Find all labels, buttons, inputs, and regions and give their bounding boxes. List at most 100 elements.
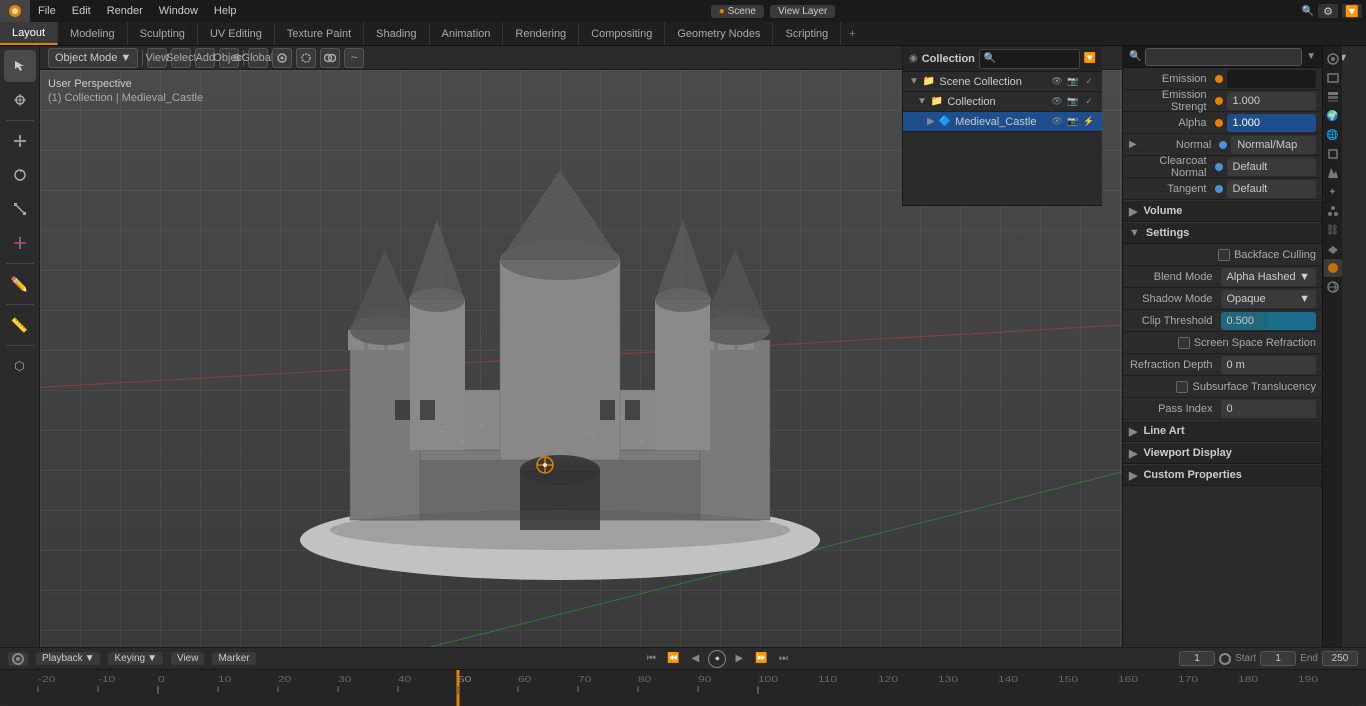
castle-camera[interactable]: 📷	[1066, 115, 1080, 129]
step-fwd-btn[interactable]: ⏩	[752, 650, 770, 668]
tool-add-cube[interactable]: ⬡	[4, 350, 36, 382]
viewport-display-section[interactable]: ▶ Viewport Display	[1123, 442, 1322, 464]
add-workspace-tab[interactable]: +	[841, 28, 863, 40]
castle-visibility[interactable]: 👁	[1050, 115, 1064, 129]
props-tab-modifier[interactable]	[1324, 164, 1342, 182]
step-back-btn[interactable]: ⏪	[664, 650, 682, 668]
current-frame-input[interactable]: 1	[1179, 651, 1215, 666]
play-back-btn[interactable]: ◀	[686, 650, 704, 668]
timeline-view-btn[interactable]: View	[171, 652, 205, 665]
overlay-btn[interactable]	[320, 48, 340, 68]
clip-threshold-value[interactable]: 0.500	[1221, 312, 1317, 330]
tab-layout[interactable]: Layout	[0, 22, 58, 45]
blender-logo-menu[interactable]	[0, 0, 30, 22]
mode-dropdown[interactable]: Object Mode ▼	[48, 48, 138, 68]
tool-measure[interactable]: 📏	[4, 309, 36, 341]
props-tab-particles[interactable]: ✦	[1324, 183, 1342, 201]
tab-compositing[interactable]: Compositing	[579, 22, 665, 45]
props-tab-object[interactable]	[1324, 145, 1342, 163]
tab-shading[interactable]: Shading	[364, 22, 429, 45]
volume-section[interactable]: ▶ Volume	[1123, 200, 1322, 222]
clearcoat-value[interactable]: Default	[1227, 158, 1317, 176]
visibility-icon[interactable]: 👁	[1050, 75, 1064, 89]
view-menu[interactable]: View	[147, 48, 167, 68]
blend-mode-dropdown[interactable]: Alpha Hashed ▼	[1221, 268, 1317, 286]
settings-section[interactable]: ▼ Settings	[1123, 222, 1322, 244]
castle-check[interactable]: ⚡	[1082, 115, 1096, 129]
props-tab-physics[interactable]	[1324, 202, 1342, 220]
settings-icon[interactable]: ⚙	[1318, 4, 1338, 18]
tool-select[interactable]	[4, 50, 36, 82]
tab-animation[interactable]: Animation	[430, 22, 504, 45]
screen-space-refraction-checkbox[interactable]	[1178, 337, 1190, 349]
tool-scale[interactable]	[4, 193, 36, 225]
tab-texture-paint[interactable]: Texture Paint	[275, 22, 364, 45]
start-frame-input[interactable]: 1	[1260, 651, 1296, 666]
tool-cursor[interactable]	[4, 84, 36, 116]
outliner-filter[interactable]: 🔽	[1084, 53, 1096, 64]
emission-color[interactable]	[1227, 70, 1317, 88]
menu-edit[interactable]: Edit	[64, 0, 99, 22]
normal-expand[interactable]: ▶	[1129, 139, 1137, 150]
pass-index-value[interactable]: 0	[1221, 400, 1317, 418]
menu-file[interactable]: File	[30, 0, 64, 22]
props-search-input[interactable]	[1145, 48, 1302, 66]
outliner-collection[interactable]: ▼ 📁 Collection 👁 📷 ✓	[903, 92, 1102, 112]
props-tab-constraints[interactable]: ⛓	[1324, 221, 1342, 239]
timeline-scrubber[interactable]: -20 -10 0 10 20 30 40 50 60 70 80 90 100…	[0, 670, 1366, 706]
menu-render[interactable]: Render	[99, 0, 151, 22]
props-filter-icon[interactable]: ▼	[1306, 51, 1316, 62]
end-frame-input[interactable]: 250	[1322, 651, 1358, 666]
playback-dropdown[interactable]: Playback ▼	[36, 652, 100, 665]
snap-icon-2[interactable]: ~	[344, 48, 364, 68]
tab-modeling[interactable]: Modeling	[58, 22, 128, 45]
tab-scripting[interactable]: Scripting	[773, 22, 841, 45]
collection-check[interactable]: ✓	[1082, 95, 1096, 109]
add-menu[interactable]: Add	[195, 48, 215, 68]
keying-dropdown[interactable]: Keying ▼	[108, 652, 162, 665]
collection-visibility[interactable]: 👁	[1050, 95, 1064, 109]
select-menu[interactable]: Select	[171, 48, 191, 68]
jump-end-btn[interactable]: ⏭	[774, 650, 792, 668]
proportional-btn[interactable]	[296, 48, 316, 68]
outliner-medieval-castle[interactable]: ▶ 🔷 Medieval_Castle 👁 📷 ⚡	[903, 112, 1102, 132]
play-btn[interactable]: ▶	[730, 650, 748, 668]
menu-window[interactable]: Window	[151, 0, 206, 22]
timeline-marker-btn[interactable]: Marker	[212, 652, 255, 665]
backface-culling-checkbox[interactable]	[1218, 249, 1230, 261]
record-btn[interactable]: ⏺	[708, 650, 726, 668]
normal-value[interactable]: Normal/Map	[1231, 136, 1316, 154]
alpha-value[interactable]: 1.000	[1227, 114, 1317, 132]
line-art-section[interactable]: ▶ Line Art	[1123, 420, 1322, 442]
snap-btn[interactable]	[272, 48, 292, 68]
tangent-value[interactable]: Default	[1227, 180, 1317, 198]
check-icon[interactable]: ✓	[1082, 75, 1096, 89]
menu-help[interactable]: Help	[206, 0, 245, 22]
props-tab-output[interactable]	[1324, 69, 1342, 87]
outliner-scene-collection[interactable]: ▼ 📁 Scene Collection 👁 📷 ✓	[903, 72, 1102, 92]
timeline-mode-btn[interactable]	[8, 652, 28, 666]
props-tab-material[interactable]	[1324, 259, 1342, 277]
camera-icon[interactable]: 📷	[1066, 75, 1080, 89]
view-layer-dropdown[interactable]: View Layer	[770, 5, 835, 18]
props-tab-data[interactable]	[1324, 240, 1342, 258]
collection-camera[interactable]: 📷	[1066, 95, 1080, 109]
tab-geometry-nodes[interactable]: Geometry Nodes	[665, 22, 773, 45]
tab-uv-editing[interactable]: UV Editing	[198, 22, 275, 45]
props-tab-object-data[interactable]	[1324, 278, 1342, 296]
shadow-mode-dropdown[interactable]: Opaque ▼	[1221, 290, 1317, 308]
subsurface-translucency-checkbox[interactable]	[1176, 381, 1188, 393]
props-tab-view-layer[interactable]	[1324, 88, 1342, 106]
jump-start-btn[interactable]: ⏮	[642, 650, 660, 668]
props-tab-world[interactable]: 🌐	[1324, 126, 1342, 144]
emission-strength-value[interactable]: 1.000	[1227, 92, 1317, 110]
activity-dropdown[interactable]: ● Scene	[711, 5, 764, 18]
refraction-depth-value[interactable]: 0 m	[1221, 356, 1317, 374]
props-tab-scene[interactable]: 🌍	[1324, 107, 1342, 125]
tool-rotate[interactable]	[4, 159, 36, 191]
transform-global-dropdown[interactable]: ⊕ Global ▼	[248, 48, 268, 68]
tool-annotate[interactable]: ✏️	[4, 268, 36, 300]
outliner-search[interactable]: 🔍	[979, 49, 1080, 69]
tool-move[interactable]	[4, 125, 36, 157]
tab-rendering[interactable]: Rendering	[503, 22, 579, 45]
